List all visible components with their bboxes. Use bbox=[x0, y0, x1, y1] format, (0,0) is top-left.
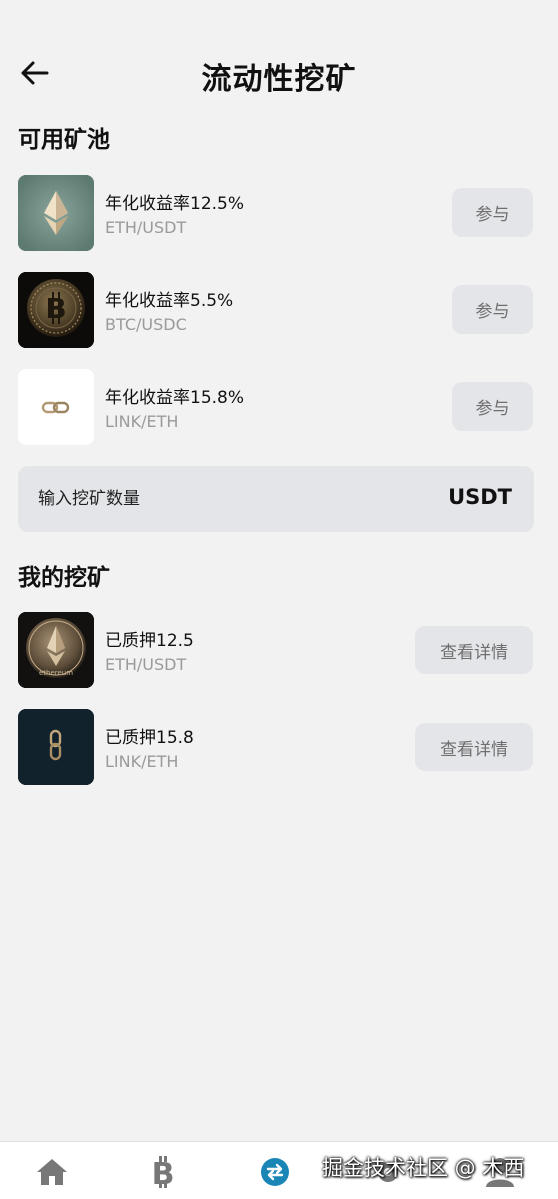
pool-pair: ETH/USDT bbox=[105, 218, 187, 237]
bitcoin-coin-icon: B bbox=[18, 272, 94, 348]
bitcoin-icon: B bbox=[152, 1156, 175, 1189]
pool-item: 年化收益率15.8% LINK/ETH 参与 bbox=[18, 369, 540, 445]
svg-text:B: B bbox=[45, 292, 66, 325]
ethereum-icon bbox=[18, 175, 94, 251]
pool-rate: 年化收益率5.5% bbox=[105, 291, 234, 311]
amount-unit: USDT bbox=[448, 485, 512, 509]
page-title: 流动性挖矿 bbox=[201, 62, 357, 97]
amount-field: USDT bbox=[18, 466, 534, 532]
nav-swap[interactable] bbox=[253, 1150, 297, 1194]
home-icon bbox=[37, 1159, 67, 1185]
mining-item: ethereum 已质押12.5 ETH/USDT 查看详情 bbox=[18, 612, 540, 688]
chain-link-icon bbox=[18, 709, 94, 785]
view-details-button[interactable]: 查看详情 bbox=[415, 723, 533, 771]
watermark-text: 掘金技术社区 @ 木西 bbox=[322, 1156, 525, 1180]
my-mining-title: 我的挖矿 bbox=[18, 565, 110, 591]
pool-rate: 年化收益率12.5% bbox=[105, 194, 245, 214]
staked-amount: 已质押12.5 bbox=[105, 631, 194, 651]
staked-amount: 已质押15.8 bbox=[105, 728, 194, 748]
ethereum-coin-icon: ethereum bbox=[18, 612, 94, 688]
header: 流动性挖矿 bbox=[0, 44, 558, 104]
mining-pair: ETH/USDT bbox=[105, 655, 187, 674]
view-details-button[interactable]: 查看详情 bbox=[415, 626, 533, 674]
available-pools-title: 可用矿池 bbox=[18, 127, 110, 153]
join-button[interactable]: 参与 bbox=[452, 188, 533, 237]
svg-text:ethereum: ethereum bbox=[39, 669, 73, 677]
chain-link-icon bbox=[18, 369, 94, 445]
pool-rate: 年化收益率15.8% bbox=[105, 388, 245, 408]
amount-input[interactable] bbox=[38, 466, 418, 532]
nav-home[interactable] bbox=[30, 1150, 74, 1194]
join-button[interactable]: 参与 bbox=[452, 382, 533, 431]
mining-item: 已质押15.8 LINK/ETH 查看详情 bbox=[18, 709, 540, 785]
pool-item: 年化收益率12.5% ETH/USDT 参与 bbox=[18, 175, 540, 251]
pool-item: B 年化收益率5.5% BTC/USDC 参与 bbox=[18, 272, 540, 348]
pool-pair: BTC/USDC bbox=[105, 315, 187, 334]
swap-icon bbox=[261, 1158, 289, 1186]
svg-text:B: B bbox=[152, 1157, 175, 1189]
mining-pair: LINK/ETH bbox=[105, 752, 179, 771]
pool-pair: LINK/ETH bbox=[105, 412, 179, 431]
nav-bitcoin[interactable]: B bbox=[141, 1150, 185, 1194]
join-button[interactable]: 参与 bbox=[452, 285, 533, 334]
